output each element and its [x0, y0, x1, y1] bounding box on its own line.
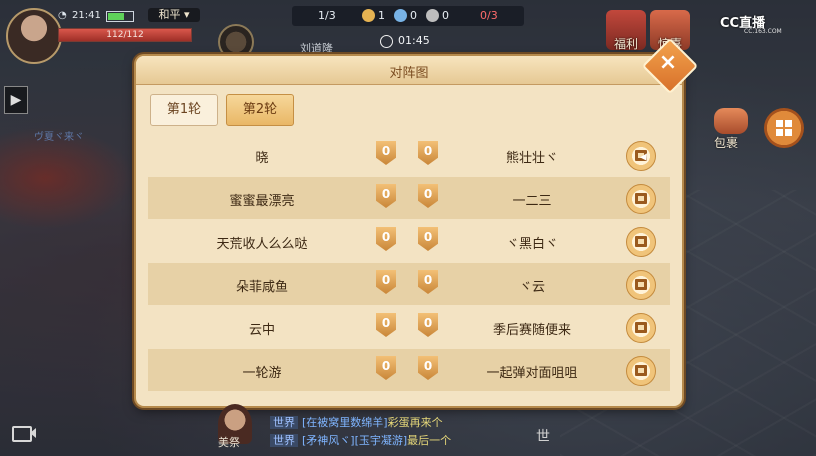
- film-icon: [635, 322, 647, 333]
- voice-button[interactable]: 世: [532, 404, 552, 448]
- silver-coin-icon: [426, 9, 439, 22]
- match-list: 晓 0 0 熊壮壮ヾ 蜜蜜最漂亮 0 0 一二三 天荒收人么么哒 0 0 ヾ黑白ヾ 朵菲咸鱼 0 0 ヾ云 云中…: [148, 134, 670, 396]
- match-row: 一轮游 0 0 一起弹对面咀咀: [148, 349, 670, 391]
- match-row: 云中 0 0 季后赛随便来: [148, 306, 670, 348]
- right-score-badge: 0: [418, 270, 438, 294]
- replay-button[interactable]: [626, 184, 656, 214]
- paw-icon[interactable]: [218, 24, 254, 60]
- replay-button[interactable]: [626, 270, 656, 300]
- bag-button[interactable]: 包裹: [710, 104, 752, 150]
- left-score-badge: 0: [376, 313, 396, 337]
- right-player-name: 熊壮壮ヾ: [505, 151, 558, 166]
- chat-avatar-label: 美祭: [218, 436, 240, 449]
- gold-coin-icon: [362, 9, 375, 22]
- mode-dropdown[interactable]: 和平 ▾: [148, 8, 200, 22]
- hp-text: 112/112: [106, 30, 144, 40]
- right-player-name: 一二三: [512, 194, 552, 209]
- chat-channel: 世界: [270, 434, 298, 447]
- replay-button[interactable]: [626, 313, 656, 343]
- chat-box[interactable]: 世界 [在被窝里数绵羊]彩蛋再来个 世界 [矛神风ヾ][玉宇凝游]最后一个: [270, 414, 550, 456]
- right-score-badge: 0: [418, 313, 438, 337]
- match-timer: 01:45: [398, 34, 430, 47]
- wifi-icon: ◔: [58, 10, 67, 21]
- match-row: 蜜蜜最漂亮 0 0 一二三: [148, 177, 670, 219]
- film-icon: [635, 365, 647, 376]
- menu-button[interactable]: [764, 108, 804, 148]
- chat-line: 世界 [在被窝里数绵羊]彩蛋再来个: [270, 414, 550, 432]
- match-row: 晓 0 0 熊壮壮ヾ: [148, 134, 670, 176]
- bag-icon: [714, 108, 748, 134]
- right-score-badge: 0: [418, 227, 438, 251]
- chat-text: 最后一个: [407, 434, 452, 447]
- status-bar: ◔ 21:41 和平 ▾: [56, 8, 201, 24]
- clock-time: 21:41: [72, 10, 101, 21]
- coin-gold-count: 1: [378, 9, 385, 22]
- left-score-badge: 0: [376, 141, 396, 165]
- chat-text: 彩蛋再来个: [387, 416, 443, 429]
- voice-label: 世: [536, 429, 550, 445]
- right-player-name: 季后赛随便来: [492, 323, 571, 338]
- replay-button[interactable]: [626, 227, 656, 257]
- mode-label: 和平: [158, 8, 181, 21]
- right-player-name: 一起弹对面咀咀: [486, 366, 578, 381]
- stream-url: CC.163.COM: [744, 28, 782, 35]
- hp-bar: 112/112: [58, 28, 192, 42]
- chat-channel: 世界: [270, 416, 298, 429]
- film-icon: [635, 236, 647, 247]
- team-count: 1/3: [318, 9, 336, 22]
- bracket-dialog: 对阵图 第1轮 第2轮 晓 0 0 熊壮壮ヾ 蜜蜜最漂亮 0 0 一二三 天荒收人么么哒 0 0 ヾ黑…: [136, 56, 682, 406]
- welfare-button[interactable]: 福利: [606, 10, 646, 51]
- battery-icon: [106, 11, 134, 22]
- chat-line: 世界 [矛神风ヾ][玉宇凝游]最后一个: [270, 432, 550, 450]
- tab-round-1[interactable]: 第1轮: [150, 94, 218, 126]
- replay-button[interactable]: [626, 356, 656, 386]
- film-icon: [635, 279, 647, 290]
- match-row: 天荒收人么么哒 0 0 ヾ黑白ヾ: [148, 220, 670, 262]
- close-icon[interactable]: ×: [650, 46, 686, 82]
- coin-silver-count: 0: [442, 9, 449, 22]
- left-player-name: 朵菲咸鱼: [235, 280, 288, 295]
- left-score-badge: 0: [376, 184, 396, 208]
- match-row: 朵菲咸鱼 0 0 ヾ云: [148, 263, 670, 305]
- left-player-name: 云中: [248, 323, 275, 338]
- right-player-name: ヾ云: [518, 280, 545, 295]
- blue-coin-icon: [394, 9, 407, 22]
- right-score-badge: 0: [418, 141, 438, 165]
- right-score-badge: 0: [418, 356, 438, 380]
- bag-label: 包裹: [714, 136, 739, 150]
- player-name: 刘道隆: [300, 42, 333, 55]
- match-hud: 1/3 1 0 0 0/3: [292, 6, 524, 26]
- left-score-badge: 0: [376, 356, 396, 380]
- film-icon: [635, 193, 647, 204]
- left-player-name: 一轮游: [242, 366, 282, 381]
- kill-count: 0/3: [480, 9, 498, 22]
- grid-icon: [776, 120, 792, 136]
- camera-icon[interactable]: [10, 420, 36, 444]
- dialog-header: 对阵图: [136, 56, 682, 85]
- left-player-name: 蜜蜜最漂亮: [229, 194, 295, 209]
- coin-blue-count: 0: [410, 9, 417, 22]
- player-avatar[interactable]: [6, 8, 62, 64]
- chat-sender: [在被窝里数绵羊]: [302, 416, 388, 429]
- left-score-badge: 0: [376, 227, 396, 251]
- right-score-badge: 0: [418, 184, 438, 208]
- left-player-name: 晓: [255, 151, 269, 166]
- left-score-badge: 0: [376, 270, 396, 294]
- dialog-title: 对阵图: [389, 66, 429, 81]
- right-player-name: ヾ黑白ヾ: [505, 237, 558, 252]
- tab-round-2[interactable]: 第2轮: [226, 94, 294, 126]
- left-player-name: 天荒收人么么哒: [216, 237, 308, 252]
- expand-arrow-button[interactable]: ▶: [4, 86, 28, 114]
- clock-icon: [380, 35, 393, 48]
- welfare-label: 福利: [613, 37, 638, 51]
- chat-sender: [矛神风ヾ][玉宇凝游]: [302, 434, 408, 447]
